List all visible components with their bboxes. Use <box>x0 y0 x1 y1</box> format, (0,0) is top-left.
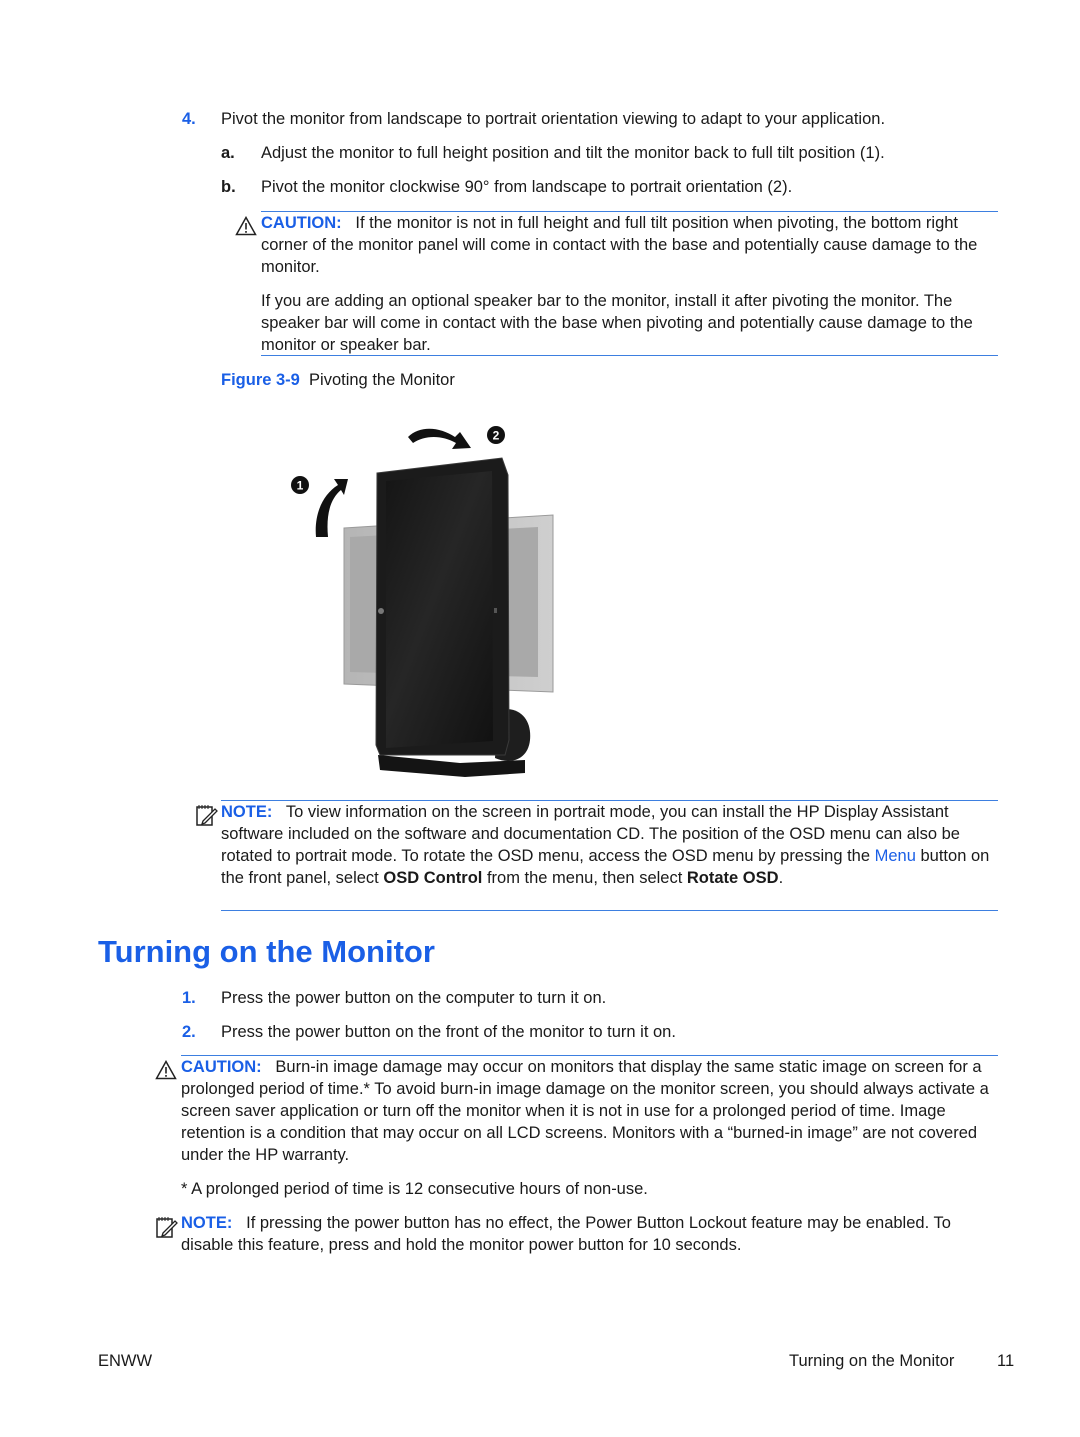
menu-link[interactable]: Menu <box>875 847 916 865</box>
note-bottom-rule <box>221 910 998 911</box>
note-text: . <box>778 869 784 887</box>
hp-logo-icon <box>378 608 384 614</box>
callout-1-label: 1 <box>297 479 304 493</box>
caution-burnin: CAUTION: Burn-in image damage may occur … <box>181 1056 1001 1166</box>
note-text: from the menu, then select <box>482 869 687 887</box>
substep-text: Pivot the monitor clockwise 90° from lan… <box>261 178 793 196</box>
note-label: NOTE: <box>221 803 273 821</box>
rotate-osd-term: Rotate OSD <box>686 869 779 887</box>
callout-2-label: 2 <box>493 429 500 443</box>
step-text: Press the power button on the front of t… <box>221 1023 676 1041</box>
substep-label: b. <box>221 178 236 196</box>
portrait-monitor <box>375 457 510 756</box>
note-pad-icon <box>156 1217 178 1238</box>
step-text: Pivot the monitor from landscape to port… <box>221 110 886 128</box>
caution-label: CAUTION: <box>181 1058 262 1076</box>
caution-pivot: CAUTION: If the monitor is not in full h… <box>261 212 1001 278</box>
note-pad-icon <box>196 805 218 826</box>
step-text: Press the power button on the computer t… <box>221 989 607 1007</box>
step-number: 2. <box>182 1023 196 1041</box>
pivot-monitor-illustration: 1 2 <box>291 426 554 777</box>
caution-bottom-rule <box>261 355 998 356</box>
step-number: 4. <box>182 110 196 128</box>
figure-caption: Figure 3-9 Pivoting the Monitor <box>221 369 455 391</box>
pivot-arrow-icon <box>408 428 471 449</box>
caution-speaker-text: If you are adding an optional speaker ba… <box>261 292 973 354</box>
step-number: 1. <box>182 989 196 1007</box>
caution-footnote: * A prolonged period of time is 12 conse… <box>181 1180 648 1198</box>
figure-label: Figure 3-9 <box>221 371 300 389</box>
substep-label: a. <box>221 144 235 162</box>
page-number: 11 <box>997 1352 1015 1370</box>
substep-text: Adjust the monitor to full height positi… <box>261 144 885 162</box>
note-label: NOTE: <box>181 1214 233 1232</box>
power-button <box>494 608 497 613</box>
osd-control-term: OSD Control <box>383 869 483 887</box>
footer-section-title: Turning on the Monitor <box>789 1352 955 1370</box>
figure-caption-text: Pivoting the Monitor <box>309 371 455 389</box>
note-text: If pressing the power button has no effe… <box>181 1214 951 1254</box>
footer-locale: ENWW <box>98 1352 153 1370</box>
caution-text: If the monitor is not in full height and… <box>261 214 978 276</box>
warning-triangle-icon <box>155 1060 177 1080</box>
section-heading: Turning on the Monitor <box>98 934 435 969</box>
tilt-arrow-icon <box>315 479 348 537</box>
caution-label: CAUTION: <box>261 214 342 232</box>
caution-text: Burn-in image damage may occur on monito… <box>181 1058 989 1164</box>
note-lockout: NOTE: If pressing the power button has n… <box>181 1212 1001 1256</box>
note-text: To view information on the screen in por… <box>221 803 960 865</box>
warning-triangle-icon <box>235 216 257 236</box>
note-osd: NOTE: To view information on the screen … <box>221 801 1001 889</box>
